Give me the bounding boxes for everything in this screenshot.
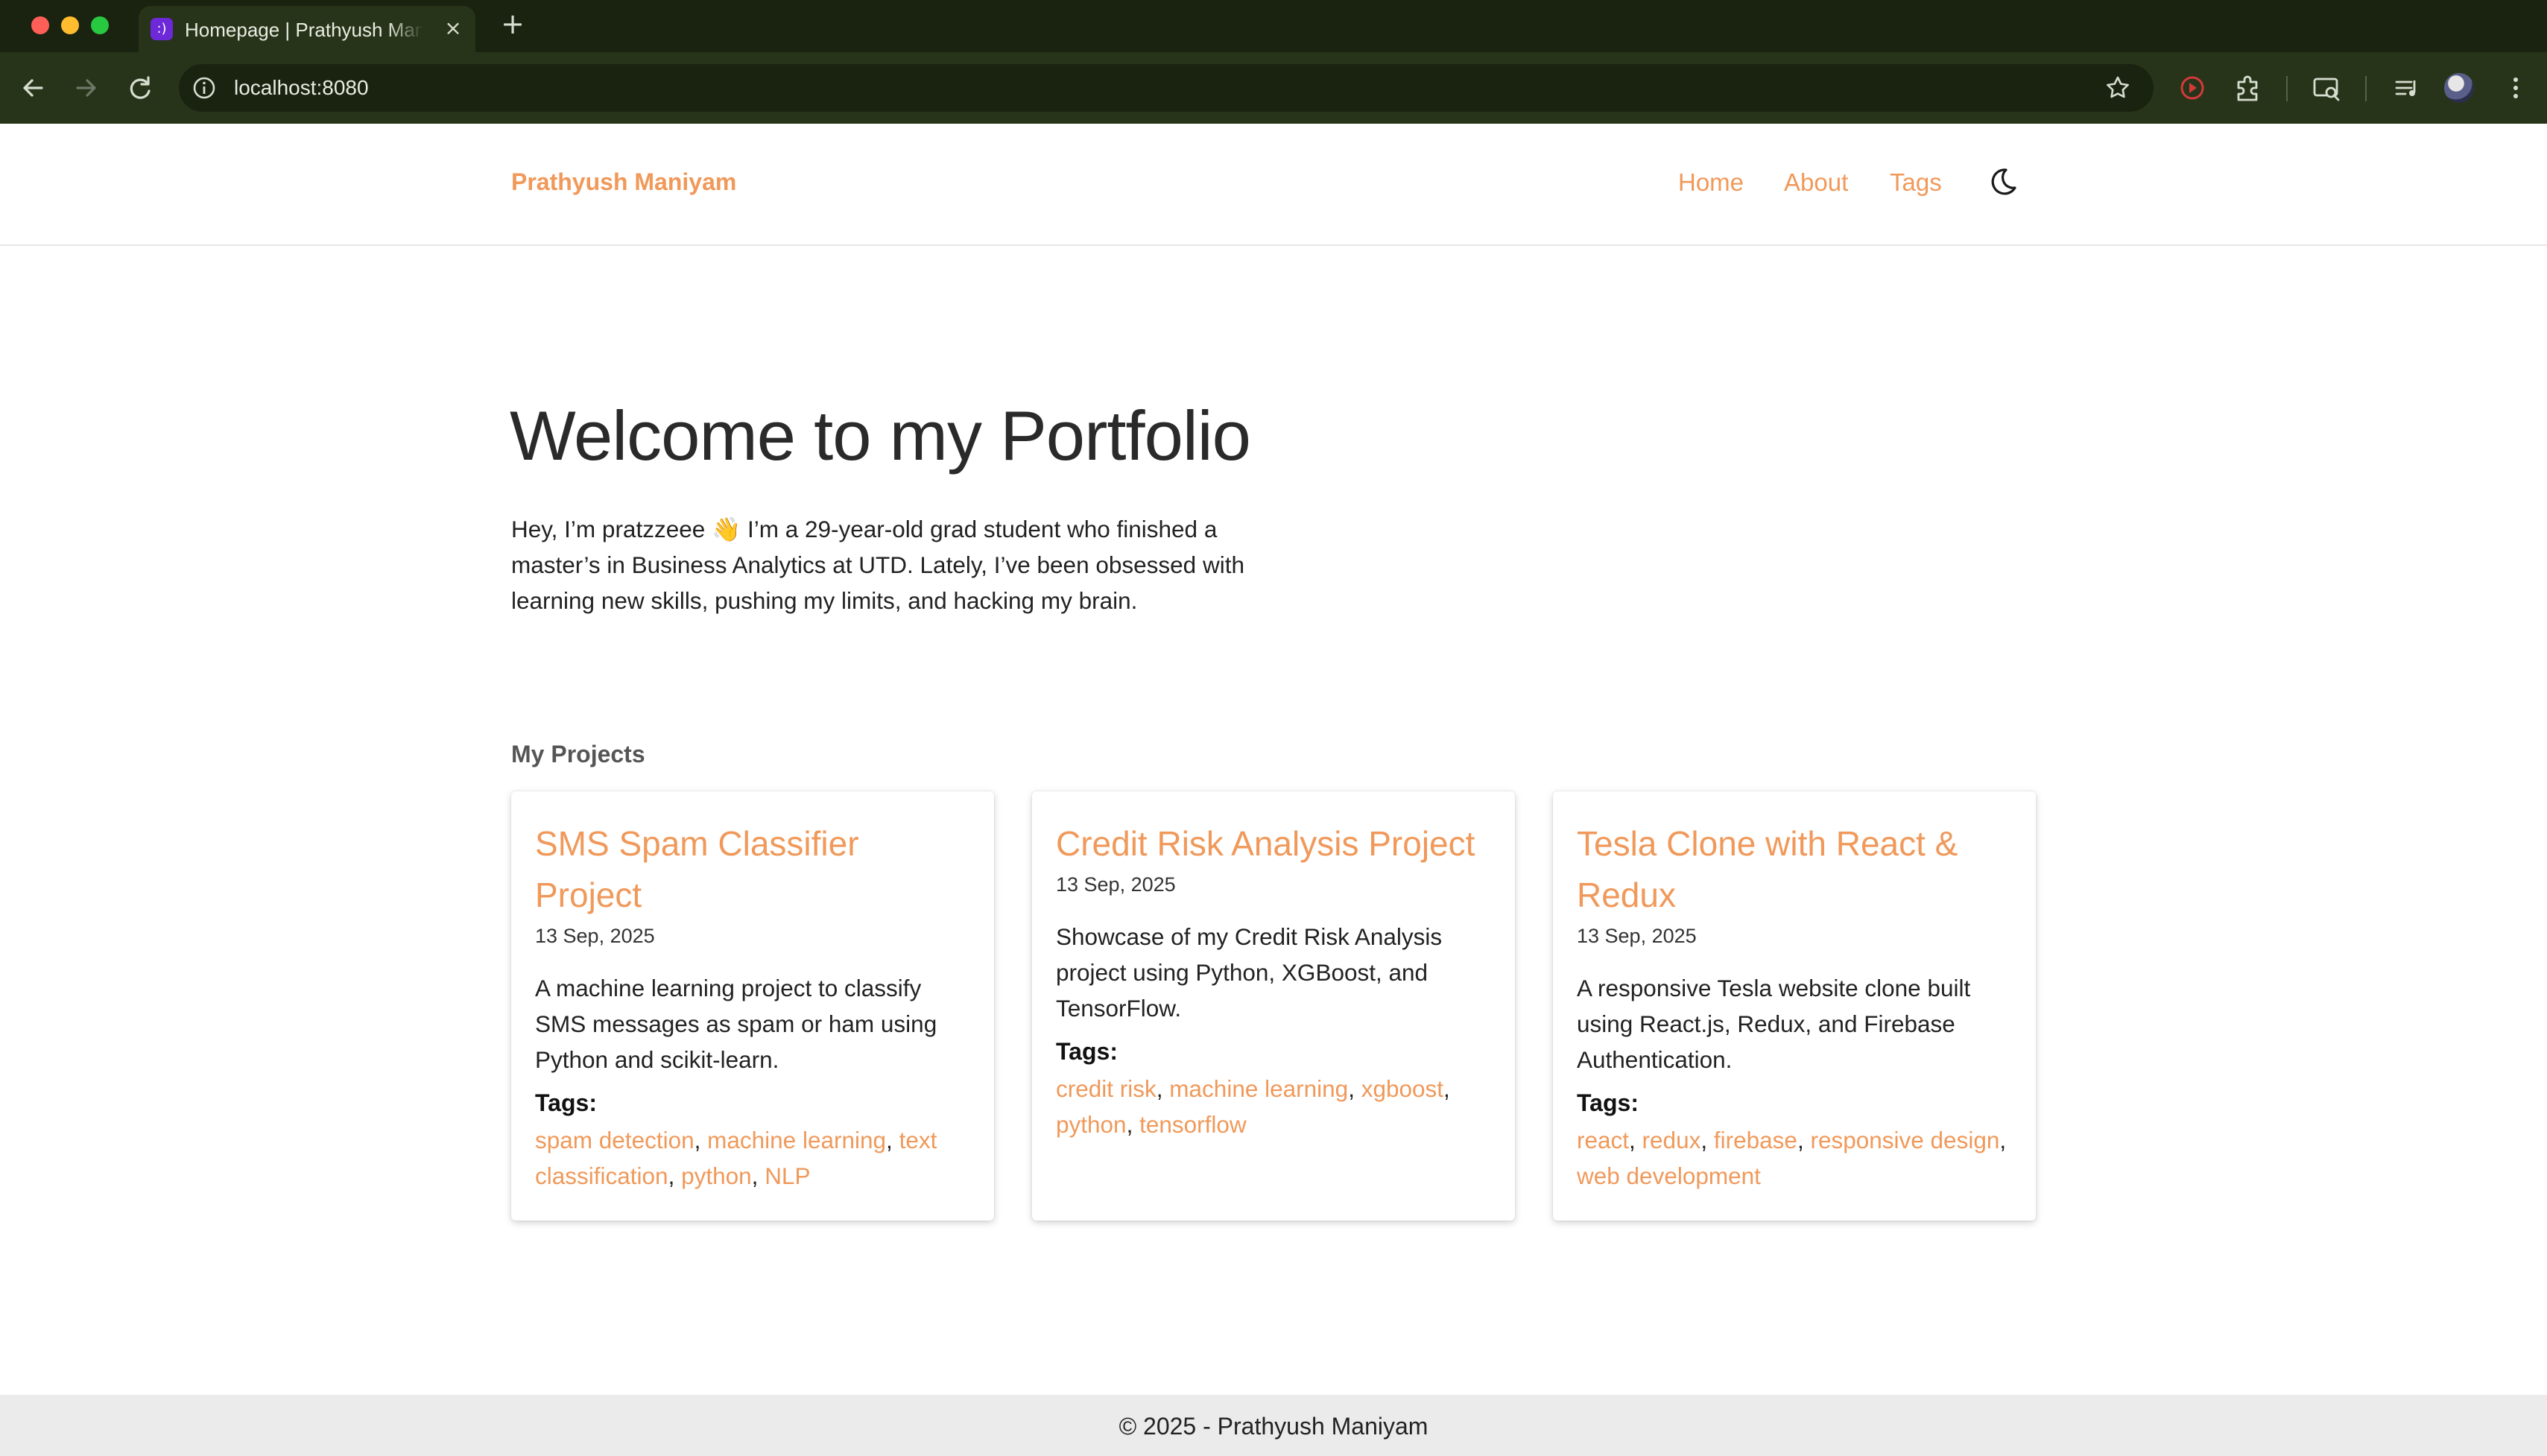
project-card-body: SMS Spam Classifier Project 13 Sep, 2025… (535, 818, 975, 1194)
copyright-text: © 2025 - Prathyush Maniyam (1119, 1413, 1428, 1440)
window-minimize-button[interactable] (61, 16, 79, 34)
toolbar-divider (2286, 76, 2288, 101)
moon-icon[interactable] (1984, 164, 2019, 200)
extensions-puzzle-icon[interactable] (2230, 70, 2265, 106)
project-card-body: Tesla Clone with React & Redux 13 Sep, 2… (1577, 818, 2016, 1194)
project-date: 13 Sep, 2025 (535, 925, 655, 947)
tags-label: Tags: (1577, 1089, 1639, 1116)
tag-list: react, redux, firebase, responsive desig… (1577, 1127, 2007, 1189)
tags-label: Tags: (1056, 1038, 1118, 1065)
browser-chrome: :) Homepage | Prathyush Maniyam × + loca… (0, 0, 2547, 124)
tag-link[interactable]: python (1056, 1111, 1127, 1138)
close-tab-icon[interactable]: × (441, 16, 465, 40)
project-title-link[interactable]: SMS Spam Classifier Project (535, 818, 975, 921)
tag-list: spam detection, machine learning, text c… (535, 1127, 937, 1189)
reload-icon[interactable] (122, 70, 158, 106)
page-title: Welcome to my Portfolio (510, 396, 1251, 475)
address-bar[interactable]: localhost:8080 (179, 64, 2154, 112)
site-info-icon[interactable] (191, 75, 218, 101)
new-tab-button[interactable]: + (498, 9, 528, 39)
tab-title: Homepage | Prathyush Maniyam (185, 19, 423, 41)
tag-link[interactable]: react (1577, 1127, 1629, 1153)
project-card-body: Credit Risk Analysis Project 13 Sep, 202… (1056, 818, 1496, 1142)
project-description: A responsive Tesla website clone built u… (1577, 975, 1971, 1073)
project-title-link[interactable]: Credit Risk Analysis Project (1056, 818, 1496, 870)
project-description: Showcase of my Credit Risk Analysis proj… (1056, 923, 1443, 1022)
tag-link[interactable]: tensorflow (1139, 1111, 1247, 1138)
url-text[interactable]: localhost:8080 (234, 75, 369, 101)
tag-link[interactable]: web development (1577, 1162, 1761, 1189)
media-search-icon[interactable] (2309, 70, 2344, 106)
forward-arrow-icon[interactable] (69, 70, 104, 106)
bookmark-star-icon[interactable] (2103, 73, 2133, 103)
window-zoom-button[interactable] (91, 16, 109, 34)
project-card[interactable]: Tesla Clone with React & Redux 13 Sep, 2… (1553, 791, 2036, 1221)
nav-link-home[interactable]: Home (1678, 168, 1744, 197)
favicon-icon: :) (151, 18, 173, 40)
media-controls-icon[interactable] (2389, 70, 2425, 106)
tag-link[interactable]: NLP (765, 1162, 810, 1189)
project-card[interactable]: Credit Risk Analysis Project 13 Sep, 202… (1032, 791, 1515, 1221)
browser-tab-active[interactable]: :) Homepage | Prathyush Maniyam × (139, 6, 475, 52)
back-arrow-icon[interactable] (15, 70, 51, 106)
window-close-button[interactable] (31, 16, 49, 34)
nav-link-tags[interactable]: Tags (1890, 168, 1942, 197)
project-date: 13 Sep, 2025 (1577, 925, 1697, 947)
tag-link[interactable]: machine learning (707, 1127, 886, 1153)
tag-list: credit risk, machine learning, xgboost, … (1056, 1075, 1450, 1138)
site-footer: © 2025 - Prathyush Maniyam (0, 1395, 2547, 1456)
record-extension-icon[interactable] (2174, 70, 2210, 106)
tag-link[interactable]: python (681, 1162, 752, 1189)
site-header: Prathyush Maniyam Home About Tags (0, 124, 2547, 246)
project-card[interactable]: SMS Spam Classifier Project 13 Sep, 2025… (511, 791, 994, 1221)
tag-link[interactable]: credit risk (1056, 1075, 1157, 1102)
tag-link[interactable]: machine learning (1169, 1075, 1348, 1102)
site-brand-link[interactable]: Prathyush Maniyam (511, 168, 736, 196)
intro-paragraph: Hey, I’m pratzzeee 👋 I’m a 29-year-old g… (511, 516, 1244, 614)
tag-link[interactable]: responsive design (1810, 1127, 1999, 1153)
project-date: 13 Sep, 2025 (1056, 873, 1176, 896)
tag-link[interactable]: firebase (1714, 1127, 1797, 1153)
tab-strip: :) Homepage | Prathyush Maniyam × + (0, 0, 2547, 52)
browser-toolbar: localhost:8080 (0, 52, 2547, 124)
projects-heading: My Projects (511, 741, 645, 767)
toolbar-divider (2365, 76, 2367, 101)
nav-link-about[interactable]: About (1784, 168, 1848, 197)
project-title-link[interactable]: Tesla Clone with React & Redux (1577, 818, 2016, 921)
more-menu-icon[interactable] (2498, 70, 2534, 106)
tags-label: Tags: (535, 1089, 597, 1116)
tag-link[interactable]: redux (1642, 1127, 1701, 1153)
tag-link[interactable]: xgboost (1361, 1075, 1443, 1102)
project-description: A machine learning project to classify S… (535, 975, 937, 1073)
profile-avatar[interactable] (2444, 73, 2474, 103)
tag-link[interactable]: spam detection (535, 1127, 695, 1153)
